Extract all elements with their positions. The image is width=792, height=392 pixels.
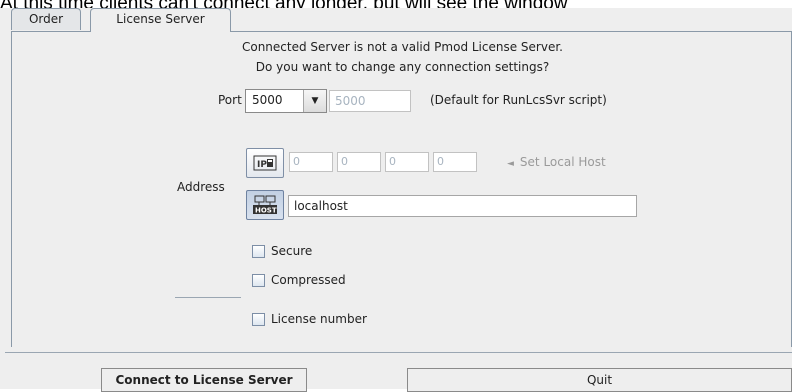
secure-label: Secure [271, 244, 313, 258]
separator-line [175, 297, 241, 298]
svg-text:HOST: HOST [255, 207, 277, 215]
ip-address-group: 0 0 0 0 [289, 152, 489, 172]
tab-order[interactable]: Order [11, 8, 81, 30]
secure-checkbox[interactable] [252, 245, 265, 258]
license-dialog: Order License Server Connected Server is… [0, 8, 792, 392]
host-field[interactable]: localhost [288, 195, 637, 217]
compressed-label: Compressed [271, 273, 346, 287]
message-line-2: Do you want to change any connection set… [255, 60, 550, 74]
port-select-value: 5000 [252, 93, 283, 107]
tab-license-server[interactable]: License Server [90, 8, 231, 32]
arrow-left-icon: ◄ [507, 159, 514, 169]
connect-button-label: Connect to License Server [115, 373, 293, 387]
port-field[interactable]: 5000 [329, 90, 411, 112]
license-number-checkbox[interactable] [252, 313, 265, 326]
button-bar: Connect to License Server Quit [0, 347, 792, 392]
ip-octet-4[interactable]: 0 [433, 152, 477, 172]
message-line-1: Connected Server is not a valid Pmod Lic… [241, 40, 563, 54]
quit-button[interactable]: Quit [407, 368, 792, 392]
button-bar-divider [5, 352, 792, 353]
ip-address-icon[interactable]: IP [246, 148, 284, 178]
tab-order-label: Order [28, 12, 64, 26]
port-label: Port [218, 93, 242, 107]
ip-octet-3[interactable]: 0 [385, 152, 429, 172]
set-local-host-link[interactable]: ◄ Set Local Host [507, 155, 606, 169]
connect-button[interactable]: Connect to License Server [101, 368, 307, 392]
address-label: Address [177, 180, 225, 194]
port-hint: (Default for RunLcsSvr script) [430, 93, 607, 107]
license-number-label: License number [271, 312, 367, 326]
ip-octet-1[interactable]: 0 [289, 152, 333, 172]
svg-text:IP: IP [257, 160, 267, 170]
host-icon[interactable]: HOST [246, 190, 284, 220]
port-select[interactable]: 5000 ▼ [245, 89, 327, 113]
set-local-host-label: Set Local Host [519, 155, 606, 169]
tab-license-server-label: License Server [116, 12, 205, 26]
chevron-down-icon[interactable]: ▼ [303, 90, 326, 112]
license-server-panel: Connected Server is not a valid Pmod Lic… [11, 31, 792, 348]
quit-button-label: Quit [586, 373, 613, 387]
ip-octet-2[interactable]: 0 [337, 152, 381, 172]
compressed-checkbox[interactable] [252, 274, 265, 287]
